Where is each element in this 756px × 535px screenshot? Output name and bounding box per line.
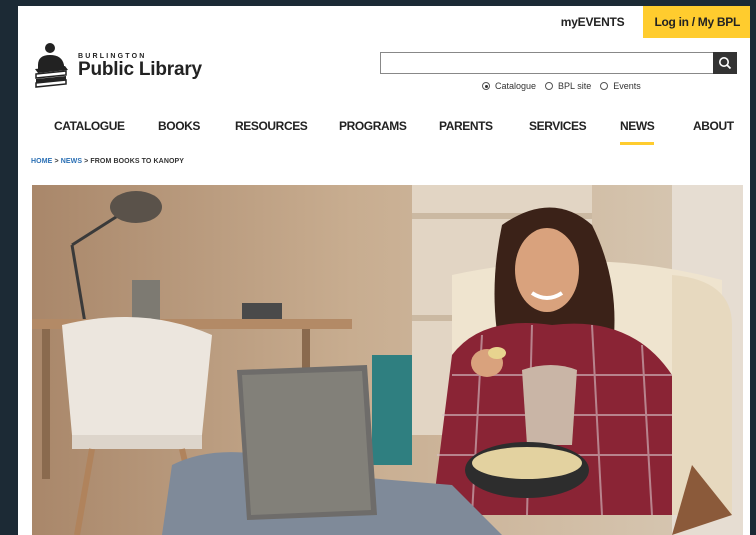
radio-bpl-site[interactable] [545,82,554,90]
nav-about[interactable]: ABOUT [693,119,734,133]
top-utility-bar: myEVENTS Log in / My BPL [543,6,750,38]
hero-photo-woman-with-laptop [32,185,743,535]
hero-image [32,185,743,535]
nav-services[interactable]: SERVICES [529,119,587,133]
breadcrumb-separator: > [54,158,59,165]
breadcrumb-current: FROM BOOKS TO KANOPY [90,158,185,165]
radio-catalogue[interactable] [482,82,490,90]
book-reader-logo-icon [35,43,68,88]
nav-news[interactable]: NEWS [620,119,655,145]
nav-parents[interactable]: PARENTS [439,119,493,133]
logo-title-text: Public Library [78,59,202,80]
radio-events[interactable] [600,82,609,90]
nav-catalogue[interactable]: CATALOGUE [54,119,125,133]
library-logo[interactable]: BURLINGTON Public Library [32,39,202,89]
radio-bpl-site-label: BPL site [558,81,592,91]
breadcrumb-home[interactable]: HOME [31,158,52,165]
nav-books[interactable]: BOOKS [158,119,200,133]
myevents-link[interactable]: myEVENTS [543,15,643,29]
breadcrumb-separator: > [84,158,89,165]
search-button[interactable] [713,52,737,74]
radio-catalogue-label: Catalogue [495,81,537,91]
search-input[interactable] [380,52,737,74]
breadcrumb: HOME > NEWS > FROM BOOKS TO KANOPY [31,158,184,165]
breadcrumb-news[interactable]: NEWS [61,158,82,165]
radio-events-label: Events [613,81,641,91]
main-navigation: CATALOGUE BOOKS RESOURCES PROGRAMS PAREN… [18,119,750,149]
browser-page: myEVENTS Log in / My BPL BURLINGTON Publ… [18,6,750,535]
nav-programs[interactable]: PROGRAMS [339,119,407,133]
login-button[interactable]: Log in / My BPL [642,6,750,38]
nav-resources[interactable]: RESOURCES [235,119,308,133]
search-icon [719,57,732,70]
search-scope-options: Catalogue BPL site Events [482,81,645,91]
